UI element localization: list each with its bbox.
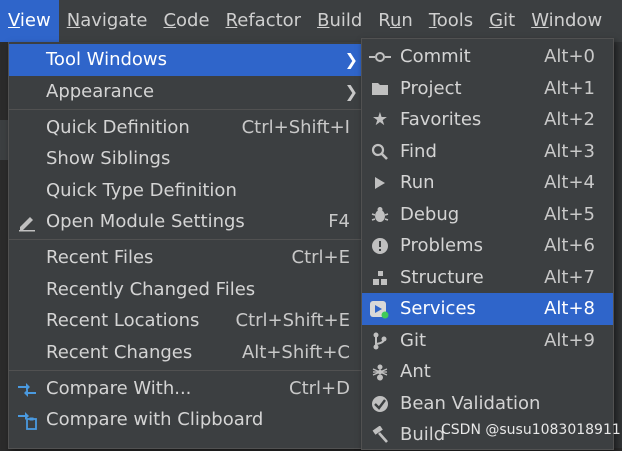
compare-icon	[15, 373, 39, 405]
menu-item-label: Quick Type Definition	[46, 180, 237, 201]
shortcut-label: Ctrl+Shift+I	[241, 117, 350, 138]
menu-item-label: Appearance	[46, 81, 155, 102]
menu-separator	[9, 370, 364, 371]
compare-clipboard-icon	[15, 404, 39, 436]
menu-item-label: Structure	[400, 267, 484, 288]
menu-code[interactable]: Code	[155, 0, 217, 42]
edit-icon	[15, 206, 39, 238]
menu-item-compare-with[interactable]: Compare With... Ctrl+D	[9, 373, 364, 405]
chevron-right-icon: ❯	[344, 82, 358, 101]
bug-icon	[368, 199, 392, 231]
tool-window-ant[interactable]: Ant	[362, 356, 613, 388]
menu-item-label: Build	[400, 424, 446, 445]
menu-separator	[9, 109, 364, 110]
watermark: CSDN @susu1083018911	[441, 422, 621, 438]
hammer-icon	[368, 419, 392, 451]
menu-separator	[9, 239, 364, 240]
menu-item-label: Show Siblings	[46, 148, 171, 169]
shortcut-label: Alt+1	[544, 78, 595, 99]
tool-windows-submenu: Commit Alt+0 Project Alt+1 ★ Favorites A…	[361, 38, 614, 450]
ant-icon	[368, 356, 392, 388]
menu-item-label: Quick Definition	[46, 117, 190, 138]
shortcut-label: F4	[328, 211, 350, 232]
menu-item-label: Favorites	[400, 109, 482, 130]
shortcut-label: Alt+5	[544, 204, 595, 225]
tool-window-git[interactable]: Git Alt+9	[362, 325, 613, 357]
menu-item-label: Recent Locations	[46, 310, 200, 331]
menu-bar: View Navigate Code Refactor Build Run To…	[0, 0, 622, 42]
shortcut-label: Ctrl+E	[291, 247, 350, 268]
menu-item-label: Open Module Settings	[46, 211, 245, 232]
commit-icon	[368, 41, 392, 73]
tool-window-debug[interactable]: Debug Alt+5	[362, 199, 613, 231]
menu-item-label: Recently Changed Files	[46, 279, 256, 300]
shortcut-label: Alt+6	[544, 235, 595, 256]
tool-window-find[interactable]: Find Alt+3	[362, 136, 613, 168]
menu-item-label: Ant	[400, 361, 431, 382]
menu-item-quick-type-definition[interactable]: Quick Type Definition	[9, 175, 364, 207]
menu-item-label: Bean Validation	[400, 393, 541, 414]
menu-item-label: Git	[400, 330, 427, 351]
shortcut-label: Alt+3	[544, 141, 595, 162]
menu-item-label: Compare With...	[46, 378, 192, 399]
shortcut-label: Alt+0	[544, 46, 595, 67]
tool-window-favorites[interactable]: ★ Favorites Alt+2	[362, 104, 613, 136]
menu-item-label: Recent Files	[46, 247, 154, 268]
menu-item-label: Problems	[400, 235, 483, 256]
menu-item-recent-files[interactable]: Recent Files Ctrl+E	[9, 242, 364, 274]
shortcut-label: Alt+8	[544, 298, 595, 319]
menu-item-recent-changes[interactable]: Recent Changes Alt+Shift+C	[9, 337, 364, 369]
problems-icon	[368, 230, 392, 262]
search-icon	[368, 136, 392, 168]
tool-window-problems[interactable]: Problems Alt+6	[362, 230, 613, 262]
menu-item-recently-changed-files[interactable]: Recently Changed Files	[9, 274, 364, 306]
menu-git[interactable]: Git	[481, 0, 523, 42]
tool-window-project[interactable]: Project Alt+1	[362, 73, 613, 105]
menu-item-recent-locations[interactable]: Recent Locations Ctrl+Shift+E	[9, 305, 364, 337]
structure-icon	[368, 262, 392, 294]
menu-view[interactable]: View	[0, 0, 59, 42]
view-menu: Tool Windows ❯ Appearance ❯ Quick Defini…	[8, 42, 365, 449]
shortcut-label: Alt+Shift+C	[241, 342, 350, 363]
menu-refactor[interactable]: Refactor	[218, 0, 310, 42]
menu-item-label: Services	[400, 298, 476, 319]
menu-navigate[interactable]: Navigate	[59, 0, 156, 42]
menu-item-label: Tool Windows	[46, 49, 168, 70]
menu-run[interactable]: Run	[370, 0, 421, 42]
menu-item-tool-windows[interactable]: Tool Windows ❯	[9, 44, 364, 76]
folder-icon	[368, 73, 392, 105]
tool-window-structure[interactable]: Structure Alt+7	[362, 262, 613, 294]
chevron-right-icon: ❯	[344, 50, 358, 69]
menu-item-show-siblings[interactable]: Show Siblings	[9, 143, 364, 175]
shortcut-label: Alt+4	[544, 172, 595, 193]
shortcut-label: Alt+2	[544, 109, 595, 130]
tool-window-commit[interactable]: Commit Alt+0	[362, 41, 613, 73]
menu-item-label: Compare with Clipboard	[46, 409, 264, 430]
menu-item-appearance[interactable]: Appearance ❯	[9, 76, 364, 108]
menu-item-label: Run	[400, 172, 435, 193]
tool-window-services[interactable]: Services Alt+8	[362, 293, 613, 325]
star-icon: ★	[371, 109, 389, 130]
shortcut-label: Ctrl+Shift+E	[235, 310, 350, 331]
shortcut-label: Alt+9	[544, 330, 595, 351]
menu-item-label: Find	[400, 141, 437, 162]
menu-item-label: Commit	[400, 46, 471, 67]
services-icon	[368, 293, 392, 325]
menu-tools[interactable]: Tools	[421, 0, 481, 42]
tool-window-run[interactable]: Run Alt+4	[362, 167, 613, 199]
menu-item-quick-definition[interactable]: Quick Definition Ctrl+Shift+I	[9, 112, 364, 144]
tool-window-bean-validation[interactable]: Bean Validation	[362, 388, 613, 420]
bean-validation-icon	[368, 388, 392, 420]
menu-item-label: Debug	[400, 204, 460, 225]
menu-build[interactable]: Build	[309, 0, 370, 42]
play-icon	[368, 167, 392, 199]
shortcut-label: Ctrl+D	[289, 378, 350, 399]
menu-item-compare-with-clipboard[interactable]: Compare with Clipboard	[9, 404, 364, 436]
menu-item-label: Recent Changes	[46, 342, 193, 363]
menu-item-open-module-settings[interactable]: Open Module Settings F4	[9, 206, 364, 238]
menu-window[interactable]: Window	[523, 0, 610, 42]
shortcut-label: Alt+7	[544, 267, 595, 288]
menu-item-label: Project	[400, 78, 462, 99]
git-branch-icon	[368, 325, 392, 357]
